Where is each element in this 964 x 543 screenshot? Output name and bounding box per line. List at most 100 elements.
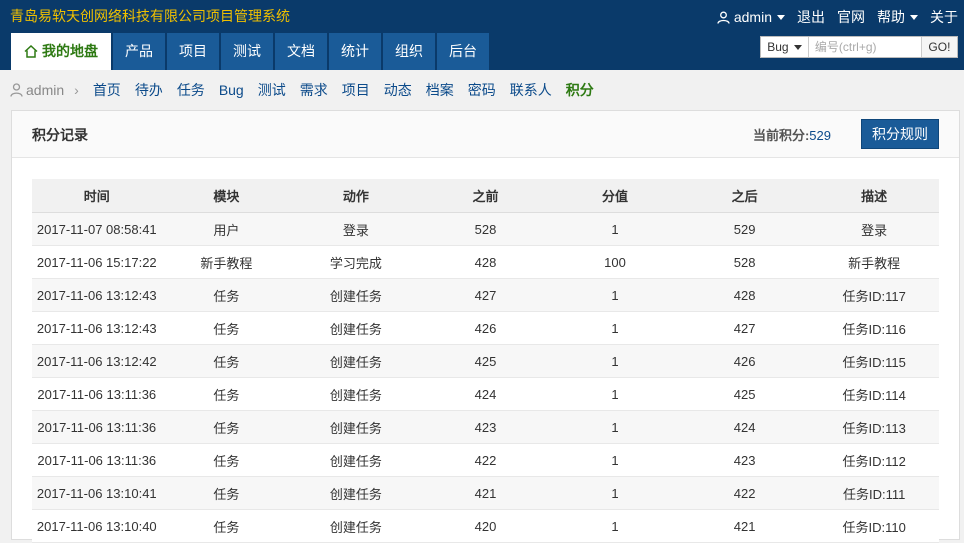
cell-action: 学习完成 [291, 245, 421, 279]
score-rules-button[interactable]: 积分规则 [861, 119, 939, 149]
cell-module: 任务 [161, 410, 292, 444]
column-header[interactable]: 之后 [679, 179, 810, 213]
subnav-item-profile[interactable]: 档案 [426, 80, 454, 100]
cell-desc: 登录 [809, 212, 939, 246]
cell-time: 2017-11-07 08:58:41 [32, 212, 162, 246]
cell-module: 用户 [161, 212, 292, 246]
subnav-item-todo[interactable]: 待办 [135, 80, 163, 100]
cell-desc: 任务ID:111 [809, 476, 939, 510]
tab-qa[interactable]: 测试 [221, 33, 273, 70]
cell-score: 1 [550, 410, 680, 444]
subnav-item-story[interactable]: 需求 [300, 80, 328, 100]
cell-action: 创建任务 [291, 311, 421, 345]
cell-action: 创建任务 [291, 443, 421, 477]
chevron-down-icon [793, 44, 802, 50]
cell-before: 420 [420, 509, 551, 543]
current-score-value: 529 [809, 128, 831, 143]
score-panel: 积分记录 当前积分:529 积分规则 时间 模块 动作 之前 分值 之后 描述 … [11, 110, 960, 543]
chevron-right-icon: › [74, 82, 79, 98]
cell-after: 528 [679, 245, 810, 279]
subnav-item-score[interactable]: 积分 [566, 80, 594, 100]
subnav-item-home[interactable]: 首页 [93, 80, 121, 100]
top-header: 青岛易软天创网络科技有限公司项目管理系统 admin 退出 官网 帮助 关于 我… [0, 0, 964, 70]
cell-module: 任务 [161, 311, 292, 345]
cell-time: 2017-11-06 13:11:36 [32, 377, 162, 411]
cell-before: 428 [420, 245, 551, 279]
search-type-select[interactable]: Bug [761, 37, 809, 57]
tab-admin[interactable]: 后台 [437, 33, 489, 70]
tab-label: 我的地盘 [42, 43, 98, 59]
cell-before: 422 [420, 443, 551, 477]
user-name: admin [733, 9, 772, 25]
cell-score: 1 [550, 212, 680, 246]
cell-action: 创建任务 [291, 344, 421, 378]
tab-project[interactable]: 项目 [167, 33, 219, 70]
subnav-item-test[interactable]: 测试 [258, 80, 286, 100]
cell-score: 100 [550, 245, 680, 279]
table-row: 2017-11-06 13:10:41 任务 创建任务 421 1 422 任务ID:111 [32, 476, 939, 510]
subnav-item-project[interactable]: 项目 [342, 80, 370, 100]
subnav-item-task[interactable]: 任务 [177, 80, 205, 100]
about-link[interactable]: 关于 [930, 7, 958, 27]
table-row: 2017-11-06 13:10:40 任务 创建任务 420 1 421 任务ID:110 [32, 509, 939, 543]
tab-report[interactable]: 统计 [329, 33, 381, 70]
cell-desc: 任务ID:110 [809, 509, 939, 543]
cell-desc: 任务ID:116 [809, 311, 939, 345]
website-link[interactable]: 官网 [837, 7, 865, 27]
home-icon [24, 45, 38, 58]
cell-before: 427 [420, 278, 551, 312]
logout-link[interactable]: 退出 [797, 7, 825, 27]
cell-after: 426 [679, 344, 810, 378]
chevron-down-icon [910, 14, 918, 20]
cell-after: 427 [679, 311, 810, 345]
app-title: 青岛易软天创网络科技有限公司项目管理系统 [10, 8, 290, 24]
tab-company[interactable]: 组织 [383, 33, 435, 70]
search-go-button[interactable]: GO! [920, 37, 957, 57]
cell-desc: 任务ID:114 [809, 377, 939, 411]
table-row: 2017-11-07 08:58:41 用户 登录 528 1 529 登录 [32, 212, 939, 246]
cell-action: 创建任务 [291, 509, 421, 543]
cell-action: 创建任务 [291, 278, 421, 312]
column-header[interactable]: 分值 [550, 179, 680, 213]
subnav-item-dynamic[interactable]: 动态 [384, 80, 412, 100]
cell-score: 1 [550, 344, 680, 378]
table-header-row: 时间 模块 动作 之前 分值 之后 描述 [32, 179, 939, 213]
user-icon [717, 11, 730, 24]
cell-before: 423 [420, 410, 551, 444]
tab-product[interactable]: 产品 [113, 33, 165, 70]
cell-score: 1 [550, 443, 680, 477]
column-header[interactable]: 时间 [32, 179, 162, 213]
tab-doc[interactable]: 文档 [275, 33, 327, 70]
search-input[interactable] [808, 37, 921, 57]
subnav-item-password[interactable]: 密码 [468, 80, 496, 100]
help-label: 帮助 [877, 9, 905, 25]
subnav-item-bug[interactable]: Bug [219, 82, 244, 98]
table-row: 2017-11-06 13:12:43 任务 创建任务 426 1 427 任务ID:116 [32, 311, 939, 345]
breadcrumb-user[interactable]: admin [10, 82, 64, 98]
column-header[interactable]: 描述 [809, 179, 939, 213]
panel-title: 积分记录 [32, 127, 88, 143]
cell-time: 2017-11-06 13:12:43 [32, 311, 162, 345]
column-header[interactable]: 模块 [161, 179, 292, 213]
cell-after: 529 [679, 212, 810, 246]
chevron-down-icon [777, 14, 785, 20]
score-table: 时间 模块 动作 之前 分值 之后 描述 2017-11-07 08:58:41… [32, 179, 939, 543]
tab-my[interactable]: 我的地盘 [11, 33, 111, 70]
cell-desc: 新手教程 [809, 245, 939, 279]
cell-before: 421 [420, 476, 551, 510]
cell-score: 1 [550, 509, 680, 543]
cell-desc: 任务ID:115 [809, 344, 939, 378]
column-header[interactable]: 动作 [291, 179, 421, 213]
cell-time: 2017-11-06 13:10:40 [32, 509, 162, 543]
current-score-label: 当前积分: [752, 128, 810, 143]
user-menu[interactable]: admin [717, 9, 785, 25]
column-header[interactable]: 之前 [420, 179, 551, 213]
cell-after: 422 [679, 476, 810, 510]
cell-time: 2017-11-06 13:11:36 [32, 410, 162, 444]
cell-module: 任务 [161, 278, 292, 312]
help-menu[interactable]: 帮助 [877, 7, 918, 27]
cell-after: 428 [679, 278, 810, 312]
cell-time: 2017-11-06 15:17:22 [32, 245, 162, 279]
cell-score: 1 [550, 311, 680, 345]
subnav-item-contacts[interactable]: 联系人 [510, 80, 552, 100]
